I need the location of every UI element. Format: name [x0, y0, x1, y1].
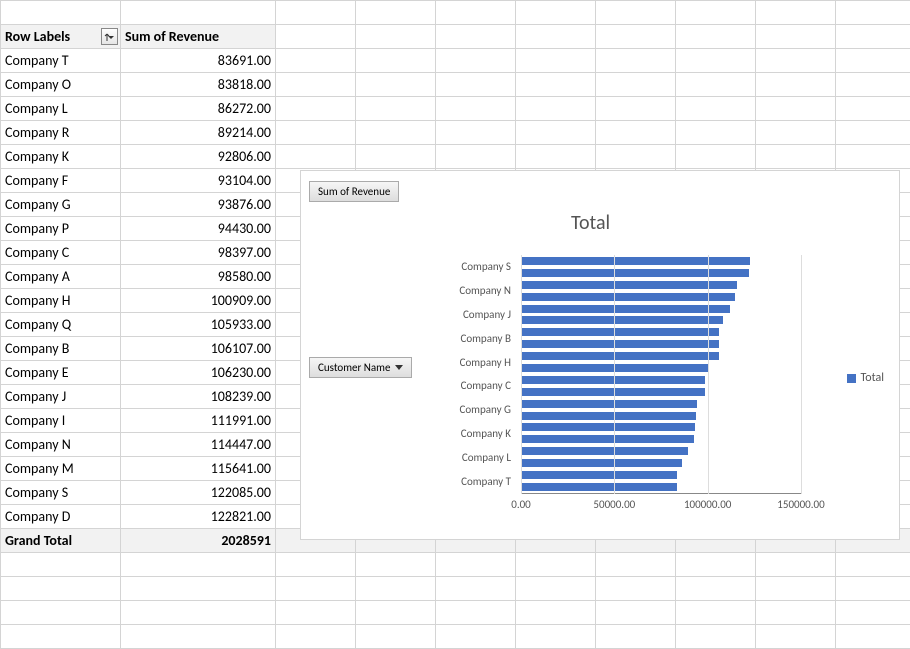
- pivot-row-label[interactable]: Company C: [1, 241, 121, 265]
- pivot-row-value[interactable]: 100909.00: [121, 289, 276, 313]
- pivot-row-label[interactable]: Company M: [1, 457, 121, 481]
- pivot-row-value[interactable]: 122085.00: [121, 481, 276, 505]
- chart-y-tick-label: Company J: [421, 303, 516, 327]
- header-label: Row Labels: [5, 28, 70, 45]
- chart-plot-area: [521, 255, 801, 493]
- chart-title: Total: [571, 211, 610, 235]
- pivot-grand-total-value[interactable]: 2028591: [121, 529, 276, 553]
- pivot-row-label[interactable]: Company T: [1, 49, 121, 73]
- pivot-row-label[interactable]: Company S: [1, 481, 121, 505]
- pivot-row-value[interactable]: 92806.00: [121, 145, 276, 169]
- chart-x-tick-label: 0.00: [511, 498, 531, 511]
- chart-y-tick-label: Company T: [421, 469, 516, 493]
- pivot-row-value[interactable]: 98397.00: [121, 241, 276, 265]
- pivot-row-label[interactable]: Company O: [1, 73, 121, 97]
- pivot-row-label[interactable]: Company J: [1, 385, 121, 409]
- chart-bar: [521, 269, 749, 277]
- chart-button-label: Sum of Revenue: [318, 185, 390, 198]
- chart-bar: [521, 281, 737, 289]
- chart-y-tick-label: Company N: [421, 279, 516, 303]
- chart-bar: [521, 471, 677, 479]
- chart-y-tick-label: Company H: [421, 350, 516, 374]
- pivot-row-value[interactable]: 106107.00: [121, 337, 276, 361]
- dropdown-arrow-icon: [395, 365, 403, 370]
- chart-bar: [521, 352, 719, 360]
- pivot-row-label[interactable]: Company Q: [1, 313, 121, 337]
- pivot-header-row-labels[interactable]: Row Labels: [1, 25, 121, 49]
- pivot-row-value[interactable]: 115641.00: [121, 457, 276, 481]
- chart-bar: [521, 459, 682, 467]
- pivot-grand-total-label[interactable]: Grand Total: [1, 529, 121, 553]
- chart-bar: [521, 400, 697, 408]
- chart-bar: [521, 340, 719, 348]
- chart-y-axis-labels: Company SCompany NCompany JCompany BComp…: [421, 255, 516, 493]
- pivot-row-label[interactable]: Company P: [1, 217, 121, 241]
- chart-y-tick-label: Company G: [421, 398, 516, 422]
- legend-swatch: [847, 374, 856, 383]
- legend-label: Total: [861, 371, 884, 385]
- chart-field-button-sum-revenue[interactable]: Sum of Revenue: [309, 181, 399, 202]
- pivot-row-value[interactable]: 86272.00: [121, 97, 276, 121]
- pivot-row-value[interactable]: 98580.00: [121, 265, 276, 289]
- chart-bar: [521, 447, 688, 455]
- pivot-row-value[interactable]: 89214.00: [121, 121, 276, 145]
- pivot-row-value[interactable]: 122821.00: [121, 505, 276, 529]
- chart-x-tick-label: 150000.00: [777, 498, 824, 511]
- pivot-row-value[interactable]: 108239.00: [121, 385, 276, 409]
- chart-bar: [521, 388, 705, 396]
- chart-bar: [521, 328, 719, 336]
- pivot-row-value[interactable]: 83691.00: [121, 49, 276, 73]
- chart-field-button-customer-name[interactable]: Customer Name: [309, 357, 412, 378]
- pivot-row-label[interactable]: Company D: [1, 505, 121, 529]
- chart-x-axis: 0.0050000.00100000.00150000.00: [521, 493, 801, 513]
- chart-bar: [521, 412, 696, 420]
- chart-bar: [521, 435, 694, 443]
- pivot-row-label[interactable]: Company E: [1, 361, 121, 385]
- pivot-row-label[interactable]: Company A: [1, 265, 121, 289]
- pivot-row-value[interactable]: 105933.00: [121, 313, 276, 337]
- pivot-row-value[interactable]: 83818.00: [121, 73, 276, 97]
- pivot-row-label[interactable]: Company G: [1, 193, 121, 217]
- chart-y-tick-label: Company S: [421, 255, 516, 279]
- chart-button-label: Customer Name: [318, 361, 390, 374]
- chart-bar: [521, 257, 750, 265]
- pivot-row-value[interactable]: 93876.00: [121, 193, 276, 217]
- pivot-row-label[interactable]: Company N: [1, 433, 121, 457]
- pivot-chart[interactable]: Sum of Revenue Customer Name Total Compa…: [300, 170, 900, 540]
- chart-y-tick-label: Company K: [421, 422, 516, 446]
- chart-bar: [521, 293, 735, 301]
- chart-y-tick-label: Company B: [421, 326, 516, 350]
- chart-bar: [521, 305, 730, 313]
- sort-asc-filter-button[interactable]: [101, 28, 118, 45]
- pivot-row-label[interactable]: Company F: [1, 169, 121, 193]
- chart-y-tick-label: Company C: [421, 374, 516, 398]
- chart-legend: Total: [847, 371, 884, 385]
- pivot-row-value[interactable]: 106230.00: [121, 361, 276, 385]
- header-label: Sum of Revenue: [125, 28, 219, 45]
- pivot-row-label[interactable]: Company H: [1, 289, 121, 313]
- chart-bar: [521, 316, 723, 324]
- chart-x-tick-label: 50000.00: [593, 498, 635, 511]
- pivot-row-label[interactable]: Company K: [1, 145, 121, 169]
- pivot-row-label[interactable]: Company I: [1, 409, 121, 433]
- pivot-row-value[interactable]: 114447.00: [121, 433, 276, 457]
- chart-bar: [521, 423, 695, 431]
- pivot-row-label[interactable]: Company B: [1, 337, 121, 361]
- pivot-row-label[interactable]: Company L: [1, 97, 121, 121]
- pivot-row-value[interactable]: 94430.00: [121, 217, 276, 241]
- pivot-row-value[interactable]: 111991.00: [121, 409, 276, 433]
- chart-x-tick-label: 100000.00: [684, 498, 731, 511]
- pivot-header-sum-revenue[interactable]: Sum of Revenue: [121, 25, 276, 49]
- chart-y-tick-label: Company L: [421, 445, 516, 469]
- pivot-row-value[interactable]: 93104.00: [121, 169, 276, 193]
- chart-bar: [521, 483, 677, 491]
- chart-bar: [521, 376, 705, 384]
- pivot-row-label[interactable]: Company R: [1, 121, 121, 145]
